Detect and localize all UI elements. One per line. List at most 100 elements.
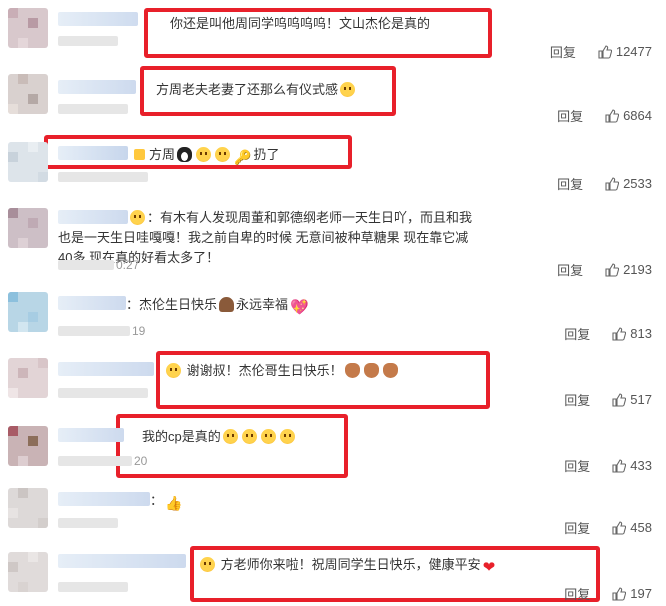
heart-eyes-emoji-icon xyxy=(222,429,238,444)
like-button[interactable]: 813 xyxy=(612,326,652,341)
comment-text: ： 👍 xyxy=(150,493,183,511)
comment-item: 方老师你来啦！祝周同学生日快乐，健康平安 ❤ 回复 197 xyxy=(0,544,666,606)
like-button[interactable]: 6864 xyxy=(605,108,652,123)
thumbs-up-icon xyxy=(605,108,620,123)
comment-text: 你还是叫他周同学呜呜呜呜！文山杰伦是真的 xyxy=(170,16,431,31)
red-heart-emoji-icon: ❤ xyxy=(482,559,496,576)
comment-meta xyxy=(58,456,132,466)
fist-emoji-icon xyxy=(363,363,379,378)
username[interactable] xyxy=(58,80,136,94)
reply-button[interactable]: 回复 xyxy=(564,390,590,409)
thumbs-up-icon xyxy=(612,458,627,473)
like-button[interactable]: 2533 xyxy=(605,176,652,191)
like-button[interactable]: 197 xyxy=(612,586,652,601)
thumbs-up-icon xyxy=(612,586,627,601)
comment-text: 方周老夫老妻了还那么有仪式感 xyxy=(156,80,357,100)
username[interactable] xyxy=(58,554,186,568)
heart-eyes-emoji-icon xyxy=(241,429,257,444)
reply-button[interactable]: 回复 xyxy=(550,42,576,61)
comment-actions: 回复 813 xyxy=(564,324,652,343)
comment-actions: 回复 2193 xyxy=(557,260,652,279)
comment-text: 谢谢叔！杰伦哥生日快乐！ xyxy=(164,361,400,381)
badge-icon xyxy=(134,149,145,160)
avatar[interactable] xyxy=(8,208,48,248)
comment-meta xyxy=(58,104,128,114)
comment-timestamp: 20 xyxy=(134,454,148,468)
comment-text: 方周 🔑 扔了 xyxy=(134,145,279,167)
avatar[interactable] xyxy=(8,426,48,466)
comment-actions: 回复 6864 xyxy=(557,106,652,125)
comment-text: 方老师你来啦！祝周同学生日快乐，健康平安 ❤ xyxy=(198,555,497,578)
reply-button[interactable]: 回复 xyxy=(564,456,590,475)
reply-button[interactable]: 回复 xyxy=(557,106,583,125)
reply-button[interactable]: 回复 xyxy=(557,174,583,193)
crying-face-emoji-icon xyxy=(215,147,231,162)
thumbs-up-icon xyxy=(605,262,620,277)
avatar[interactable] xyxy=(8,74,48,114)
username[interactable] xyxy=(58,492,150,506)
fist-emoji-icon xyxy=(344,363,360,378)
reply-button[interactable]: 回复 xyxy=(557,260,583,279)
username[interactable] xyxy=(58,428,124,442)
smile-emoji-icon xyxy=(166,363,181,378)
penguin-emoji-icon xyxy=(177,147,193,162)
thumbs-up-icon xyxy=(612,392,627,407)
reply-button[interactable]: 回复 xyxy=(564,324,590,343)
avatar[interactable] xyxy=(8,8,48,48)
thumbs-up-icon xyxy=(612,326,627,341)
crying-face-emoji-icon xyxy=(260,429,276,444)
crying-face-emoji-icon xyxy=(196,147,212,162)
username[interactable] xyxy=(58,296,126,310)
comment-item: ：有木有人发现周董和郭德纲老师一天生日吖，而且和我也是一天生日哇嘎嘎！我之前自卑… xyxy=(0,198,666,286)
like-count: 2533 xyxy=(623,176,652,191)
comment-item: 方周 🔑 扔了 回复 2533 xyxy=(0,132,666,198)
comment-actions: 回复 2533 xyxy=(557,174,652,193)
like-count: 517 xyxy=(630,392,652,407)
comment-meta xyxy=(58,326,130,336)
thumbs-up-icon xyxy=(605,176,620,191)
username[interactable] xyxy=(58,12,138,26)
comment-actions: 回复 433 xyxy=(564,456,652,475)
comment-actions: 回复 517 xyxy=(564,390,652,409)
comment-item: ：杰伦生日快乐 永远幸福 💖 19 回复 813 xyxy=(0,286,666,350)
avatar[interactable] xyxy=(8,358,48,398)
comment-meta xyxy=(58,260,114,270)
like-count: 2193 xyxy=(623,262,652,277)
comment-text: 我的cp是真的 xyxy=(130,427,297,447)
username[interactable] xyxy=(58,146,128,160)
comment-actions: 回复 197 xyxy=(564,584,652,603)
crying-face-emoji-icon xyxy=(279,429,295,444)
comment-meta xyxy=(58,582,128,592)
comment-item: ： 👍 回复 458 xyxy=(0,480,666,544)
comment-item: 方周老夫老妻了还那么有仪式感 回复 6864 xyxy=(0,66,666,132)
comment-timestamp: 0:27 xyxy=(116,258,140,272)
heart-emoji-icon: 💖 xyxy=(290,299,309,316)
cat-face-emoji-icon xyxy=(340,82,356,97)
reply-button[interactable]: 回复 xyxy=(564,584,590,603)
like-button[interactable]: 2193 xyxy=(605,262,652,277)
like-button[interactable]: 458 xyxy=(612,520,652,535)
avatar[interactable] xyxy=(8,488,48,528)
thumbs-up-emoji-icon: 👍 xyxy=(165,495,183,511)
like-count: 813 xyxy=(630,326,652,341)
comment-item: 谢谢叔！杰伦哥生日快乐！ 回复 517 xyxy=(0,350,666,416)
avatar[interactable] xyxy=(8,142,48,182)
comment-actions: 回复 458 xyxy=(564,518,652,537)
comment-meta xyxy=(58,518,118,528)
smile-emoji-icon xyxy=(200,557,215,572)
like-button[interactable]: 12477 xyxy=(598,44,652,59)
like-button[interactable]: 517 xyxy=(612,392,652,407)
username[interactable] xyxy=(58,362,154,376)
comment-text: ：杰伦生日快乐 永远幸福 💖 xyxy=(126,297,309,316)
thumbs-up-icon xyxy=(612,520,627,535)
key-emoji-icon: 🔑 xyxy=(234,149,252,165)
comment-actions: 回复 12477 xyxy=(550,42,652,61)
like-count: 433 xyxy=(630,458,652,473)
avatar[interactable] xyxy=(8,292,48,332)
cake-emoji-icon xyxy=(219,297,235,312)
comment-timestamp: 19 xyxy=(132,324,146,338)
avatar[interactable] xyxy=(8,552,48,592)
like-button[interactable]: 433 xyxy=(612,458,652,473)
reply-button[interactable]: 回复 xyxy=(564,518,590,537)
comment-item: 你还是叫他周同学呜呜呜呜！文山杰伦是真的 回复 12477 xyxy=(0,0,666,66)
